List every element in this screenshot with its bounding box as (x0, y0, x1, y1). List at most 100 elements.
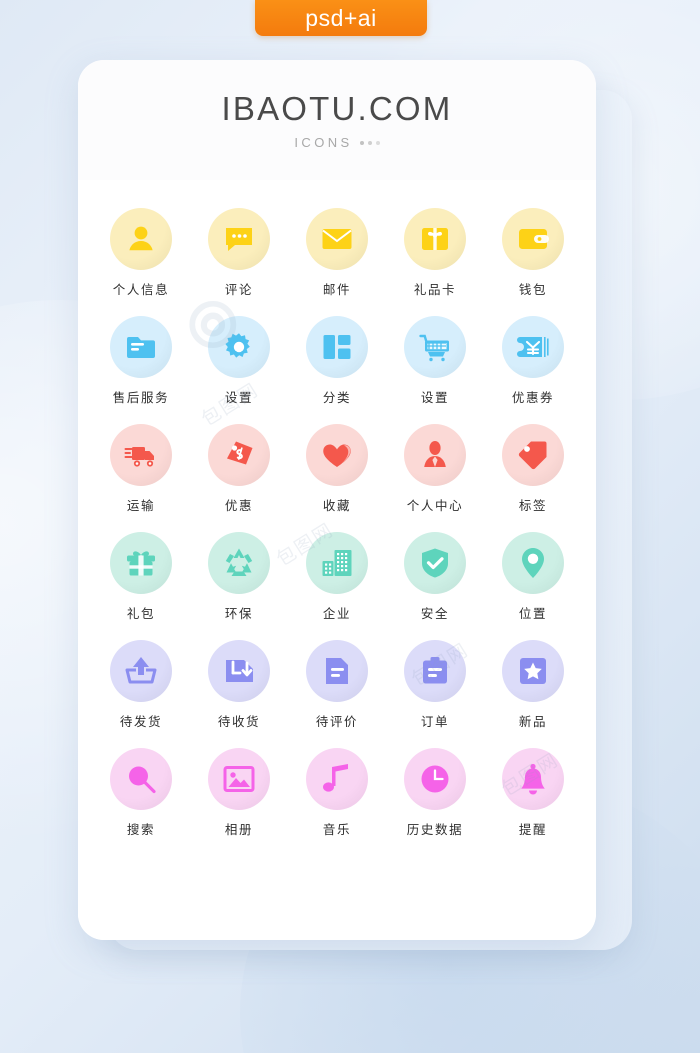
buildings-icon[interactable] (306, 532, 368, 594)
icon-item-相册[interactable]: 相册 (190, 748, 288, 838)
icon-label: 待收货 (217, 714, 261, 729)
icon-item-设置[interactable]: 设置 (386, 316, 484, 406)
card-header: IBAOTU.COM ICONS (78, 60, 596, 180)
clock-history-icon[interactable] (404, 748, 466, 810)
recycle-icon[interactable] (208, 532, 270, 594)
icon-label: 礼包 (126, 606, 156, 621)
gift-box-icon[interactable] (110, 532, 172, 594)
icon-label: 搜索 (126, 822, 156, 837)
shield-check-icon[interactable] (404, 532, 466, 594)
icon-item-钱包[interactable]: 钱包 (484, 208, 582, 298)
icon-item-个人中心[interactable]: 个人中心 (386, 424, 484, 514)
icon-label: 评论 (224, 282, 254, 297)
icon-label: 分类 (322, 390, 352, 405)
icon-item-待评价[interactable]: 待评价 (288, 640, 386, 730)
bell-icon[interactable] (502, 748, 564, 810)
icon-item-订单[interactable]: 订单 (386, 640, 484, 730)
icon-item-分类[interactable]: 分类 (288, 316, 386, 406)
icon-label: 位置 (518, 606, 548, 621)
icon-grid: 个人信息 评论 邮件 礼品卡 钱包售后服务 设置 分类 设置 优惠券运输 优惠 收藏 个人中心 标签礼包… (78, 180, 596, 940)
icon-label: 企业 (322, 606, 352, 621)
icon-label: 历史数据 (406, 822, 464, 837)
icon-item-收藏[interactable]: 收藏 (288, 424, 386, 514)
icon-label: 提醒 (518, 822, 548, 837)
icon-item-礼品卡[interactable]: 礼品卡 (386, 208, 484, 298)
coupon-ticket-icon[interactable] (502, 316, 564, 378)
icon-item-优惠券[interactable]: 优惠券 (484, 316, 582, 406)
location-pin-icon[interactable] (502, 532, 564, 594)
page-subtitle: ICONS (294, 135, 380, 150)
upload-box-icon[interactable] (110, 640, 172, 702)
icon-item-提醒[interactable]: 提醒 (484, 748, 582, 838)
dots-decoration (359, 140, 380, 145)
icon-item-标签[interactable]: 标签 (484, 424, 582, 514)
page-subtitle-text: ICONS (294, 135, 353, 150)
icon-item-邮件[interactable]: 邮件 (288, 208, 386, 298)
icon-item-历史数据[interactable]: 历史数据 (386, 748, 484, 838)
icon-row-pink: 搜索 相册 音乐 历史数据 提醒 (92, 748, 582, 838)
icon-set-card: IBAOTU.COM ICONS 个人信息 评论 邮件 礼品卡 钱包售后服务 设置 分类 设置… (78, 60, 596, 940)
icon-label: 待发货 (119, 714, 163, 729)
icon-label: 优惠 (224, 498, 254, 513)
heart-icon[interactable] (306, 424, 368, 486)
icon-item-评论[interactable]: 评论 (190, 208, 288, 298)
icon-row-blue: 售后服务 设置 分类 设置 优惠券 (92, 316, 582, 406)
icon-label: 订单 (420, 714, 450, 729)
icon-item-音乐[interactable]: 音乐 (288, 748, 386, 838)
star-badge-icon[interactable] (502, 640, 564, 702)
format-badge: psd+ai (255, 0, 427, 36)
icon-item-优惠[interactable]: 优惠 (190, 424, 288, 514)
delivery-truck-icon[interactable] (110, 424, 172, 486)
icon-label: 运输 (126, 498, 156, 513)
icon-item-售后服务[interactable]: 售后服务 (92, 316, 190, 406)
icon-label: 环保 (224, 606, 254, 621)
photo-album-icon[interactable] (208, 748, 270, 810)
icon-row-purple: 待发货 待收货 待评价 订单 新品 (92, 640, 582, 730)
page-title: IBAOTU.COM (221, 90, 453, 127)
icon-item-待发货[interactable]: 待发货 (92, 640, 190, 730)
user-profile-icon[interactable] (404, 424, 466, 486)
comment-bubble-icon[interactable] (208, 208, 270, 270)
icon-item-位置[interactable]: 位置 (484, 532, 582, 622)
download-arrow-icon[interactable] (208, 640, 270, 702)
icon-label: 个人中心 (406, 498, 464, 513)
category-grid-icon[interactable] (306, 316, 368, 378)
music-note-icon[interactable] (306, 748, 368, 810)
icon-label: 售后服务 (112, 390, 170, 405)
icon-label: 相册 (224, 822, 254, 837)
gift-card-icon[interactable] (404, 208, 466, 270)
format-badge-label: psd+ai (305, 4, 377, 31)
icon-item-搜索[interactable]: 搜索 (92, 748, 190, 838)
icon-row-yellow: 个人信息 评论 邮件 礼品卡 钱包 (92, 208, 582, 298)
icon-item-环保[interactable]: 环保 (190, 532, 288, 622)
icon-item-安全[interactable]: 安全 (386, 532, 484, 622)
search-magnifier-icon[interactable] (110, 748, 172, 810)
clipboard-order-icon[interactable] (404, 640, 466, 702)
wallet-icon[interactable] (502, 208, 564, 270)
icon-label: 新品 (518, 714, 548, 729)
gear-icon[interactable] (208, 316, 270, 378)
mail-envelope-icon[interactable] (306, 208, 368, 270)
icon-label: 钱包 (518, 282, 548, 297)
tag-icon[interactable] (502, 424, 564, 486)
document-lines-icon[interactable] (306, 640, 368, 702)
icon-label: 设置 (224, 390, 254, 405)
icon-item-运输[interactable]: 运输 (92, 424, 190, 514)
icon-label: 优惠券 (511, 390, 555, 405)
icon-label: 个人信息 (112, 282, 170, 297)
icon-item-礼包[interactable]: 礼包 (92, 532, 190, 622)
icon-item-设置[interactable]: 设置 (190, 316, 288, 406)
price-tag-dollar-icon[interactable] (208, 424, 270, 486)
icon-item-待收货[interactable]: 待收货 (190, 640, 288, 730)
icon-label: 音乐 (322, 822, 352, 837)
icon-row-green: 礼包 环保 企业 安全 位置 (92, 532, 582, 622)
shopping-cart-icon[interactable] (404, 316, 466, 378)
folder-card-icon[interactable] (110, 316, 172, 378)
icon-label: 邮件 (322, 282, 352, 297)
person-icon[interactable] (110, 208, 172, 270)
icon-item-企业[interactable]: 企业 (288, 532, 386, 622)
icon-item-个人信息[interactable]: 个人信息 (92, 208, 190, 298)
icon-label: 安全 (420, 606, 450, 621)
icon-item-新品[interactable]: 新品 (484, 640, 582, 730)
icon-label: 设置 (420, 390, 450, 405)
